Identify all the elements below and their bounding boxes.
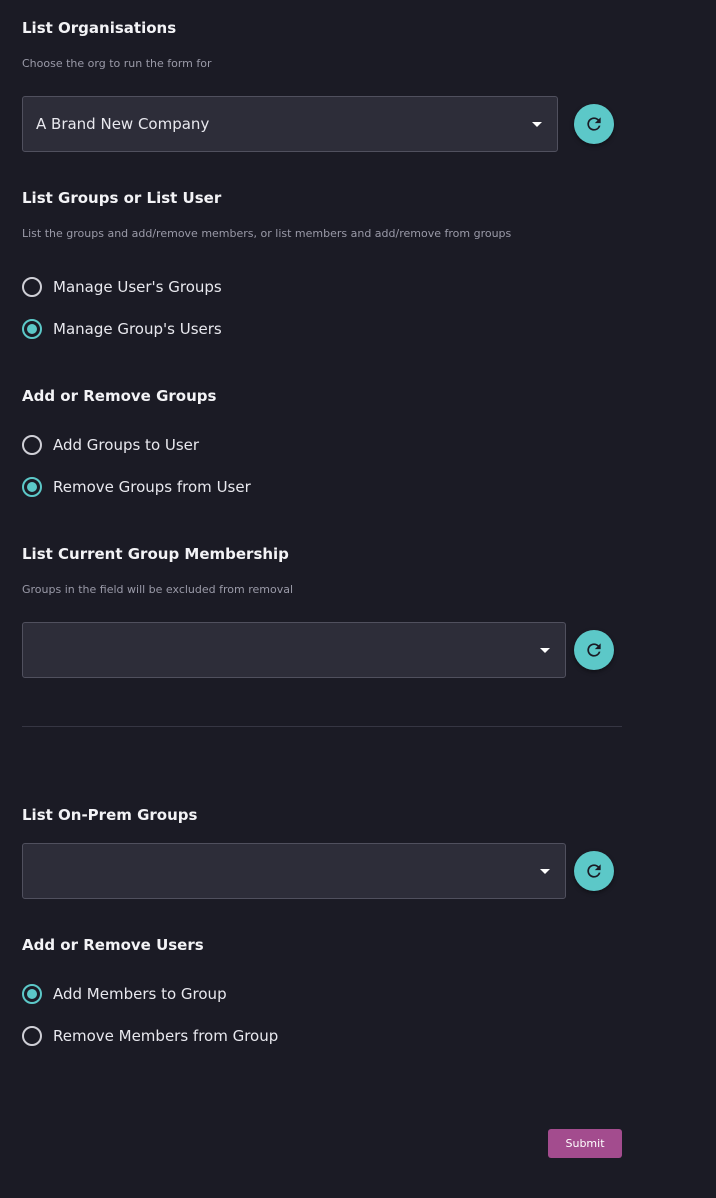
current-membership-help: Groups in the field will be excluded fro… (22, 583, 294, 596)
current-membership-title: List Current Group Membership (22, 545, 289, 563)
radio-add-members-to-group[interactable]: Add Members to Group (22, 982, 227, 1006)
current-membership-refresh-button[interactable] (574, 630, 614, 670)
organisation-select[interactable]: A Brand New Company (22, 96, 558, 152)
onprem-groups-select[interactable] (22, 843, 566, 899)
organisation-refresh-button[interactable] (574, 104, 614, 144)
radio-label: Remove Members from Group (53, 1027, 279, 1045)
organisations-help: Choose the org to run the form for (22, 57, 212, 70)
chevron-down-icon (532, 122, 542, 127)
radio-button-selected[interactable] (22, 319, 42, 339)
radio-manage-groups-users[interactable]: Manage Group's Users (22, 317, 222, 341)
radio-button-selected[interactable] (22, 984, 42, 1004)
onprem-groups-refresh-button[interactable] (574, 851, 614, 891)
radio-label: Manage User's Groups (53, 278, 222, 296)
section-divider (22, 726, 622, 727)
refresh-icon (587, 117, 601, 131)
onprem-groups-title: List On-Prem Groups (22, 806, 198, 824)
chevron-down-icon (540, 869, 550, 874)
radio-label: Add Members to Group (53, 985, 227, 1003)
radio-label: Remove Groups from User (53, 478, 251, 496)
radio-button-selected[interactable] (22, 477, 42, 497)
radio-add-groups-to-user[interactable]: Add Groups to User (22, 433, 199, 457)
organisations-title: List Organisations (22, 19, 177, 37)
radio-remove-members-from-group[interactable]: Remove Members from Group (22, 1024, 278, 1048)
refresh-icon (587, 643, 601, 657)
current-membership-select[interactable] (22, 622, 566, 678)
radio-button[interactable] (22, 277, 42, 297)
radio-label: Add Groups to User (53, 436, 200, 454)
submit-button[interactable]: Submit (548, 1129, 622, 1158)
radio-button[interactable] (22, 1026, 42, 1046)
groups-or-user-title: List Groups or List User (22, 189, 222, 207)
add-remove-users-title: Add or Remove Users (22, 936, 204, 954)
chevron-down-icon (540, 648, 550, 653)
groups-or-user-help: List the groups and add/remove members, … (22, 227, 512, 240)
refresh-icon (587, 864, 601, 878)
radio-manage-users-groups[interactable]: Manage User's Groups (22, 275, 222, 299)
radio-remove-groups-from-user[interactable]: Remove Groups from User (22, 475, 251, 499)
radio-button[interactable] (22, 435, 42, 455)
add-remove-groups-title: Add or Remove Groups (22, 387, 217, 405)
organisation-select-value: A Brand New Company (36, 115, 210, 133)
radio-label: Manage Group's Users (53, 320, 222, 338)
form-page: List Organisations Choose the org to run… (0, 0, 716, 1198)
